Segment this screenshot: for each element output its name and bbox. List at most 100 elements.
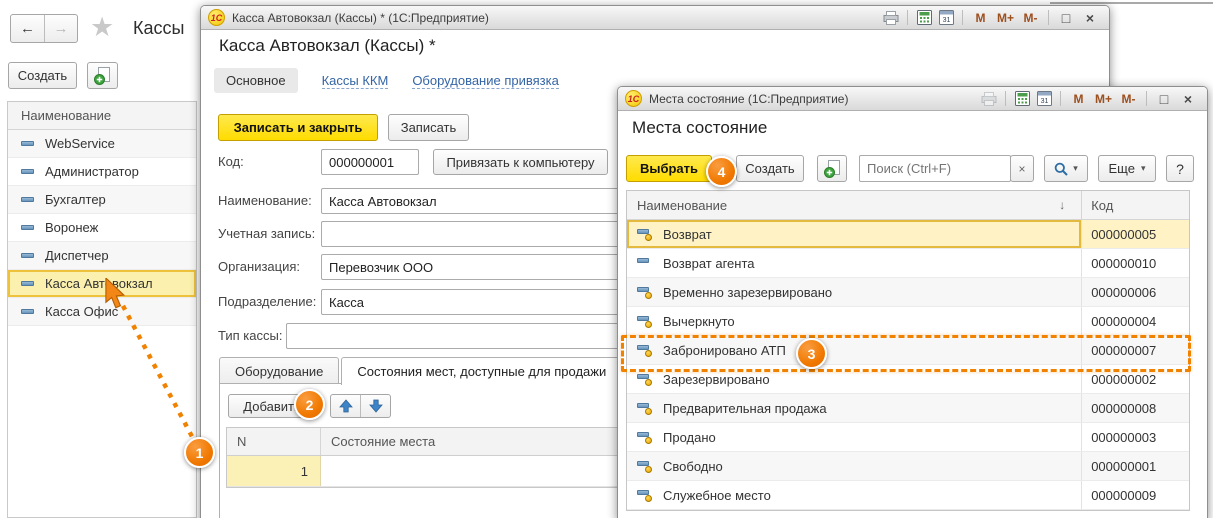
memory-m-button[interactable]: M [968,11,993,25]
search-options-button[interactable]: ▾ [1044,155,1088,182]
new-document-icon [824,160,841,178]
save-button[interactable]: Записать [388,114,469,141]
kassy-list: Наименование WebService Администратор Бу… [7,101,197,518]
list-item-selected[interactable]: Касса Автовокзал [8,270,196,298]
new-document-button[interactable] [817,155,847,182]
memory-mplus-button[interactable]: M+ [993,11,1018,25]
tab-kassy-kkm[interactable]: Кассы ККМ [322,73,389,89]
create-place-button[interactable]: Создать [736,155,804,182]
table-row[interactable]: Временно зарезервировано 000000006 [627,278,1189,307]
memory-mminus-button[interactable]: M- [1116,92,1141,106]
tab-oborudovanie[interactable]: Оборудование [219,357,339,385]
forward-icon[interactable]: → [45,15,77,42]
select-button[interactable]: Выбрать [626,155,712,182]
row-name: Возврат агента [663,256,755,271]
item-dash-dot-icon [637,489,653,501]
window-title: Касса Автовокзал (Кассы) * (1С:Предприят… [232,11,489,25]
cell-n[interactable]: 1 [227,456,321,486]
row-name: Временно зарезервировано [663,285,832,300]
titlebar-separator [1048,10,1049,25]
table-row[interactable]: Служебное место 000000009 [627,481,1189,510]
item-dash-dot-icon [637,460,653,472]
column-code[interactable]: Код [1081,191,1189,219]
back-icon[interactable]: ← [11,15,45,42]
list-item[interactable]: Воронеж [8,214,196,242]
table-row-selected[interactable]: Возврат 000000005 [627,220,1189,249]
row-code: 000000009 [1091,488,1156,503]
svg-text:31: 31 [1040,98,1048,105]
move-down-icon[interactable] [361,395,390,417]
item-dash-dot-icon [637,228,653,240]
1c-logo-icon: 1С [208,9,225,26]
list-item[interactable]: Диспетчер [8,242,196,270]
search-input[interactable] [859,155,1011,182]
row-name: Возврат [663,227,712,242]
favorite-star-icon[interactable]: ★ [90,12,114,43]
list-item[interactable]: WebService [8,130,196,158]
more-button[interactable]: Еще ▾ [1098,155,1156,182]
code-field[interactable] [321,149,419,175]
bind-to-computer-button[interactable]: Привязать к компьютеру [433,149,608,175]
print-icon[interactable] [978,90,1000,108]
titlebar-separator [962,10,963,25]
places-table-header[interactable]: Наименование ↓ Код [627,191,1189,220]
maximize-icon[interactable]: □ [1054,9,1078,27]
kassy-list-panel: ← → ★ Кассы Создать Наименование We [0,0,197,518]
list-item[interactable]: Бухгалтер [8,186,196,214]
table-row[interactable]: Предварительная продажа 000000008 [627,394,1189,423]
item-dash-icon [21,169,34,174]
titlebar-separator [1005,91,1006,106]
tab-sostoyaniya-mest[interactable]: Состояния мест, доступные для продажи [341,357,622,385]
calendar-icon[interactable]: 31 [935,9,957,27]
item-dash-dot-icon [637,286,653,298]
row-code: 000000004 [1091,314,1156,329]
kassy-list-header[interactable]: Наименование [8,102,196,130]
memory-mminus-button[interactable]: M- [1018,11,1043,25]
kassa-window-titlebar[interactable]: 1С Касса Автовокзал (Кассы) * (1С:Предпр… [201,6,1109,30]
places-window-titlebar[interactable]: 1С Места состояние (1С:Предприятие) 31 M… [618,87,1207,111]
calculator-icon[interactable] [913,9,935,27]
print-icon[interactable] [880,9,902,27]
row-code: 000000006 [1091,285,1156,300]
titlebar-separator [907,10,908,25]
1c-logo-icon: 1С [625,90,642,107]
table-row[interactable]: Вычеркнуто 000000004 [627,307,1189,336]
nav-tabs: Основное Кассы ККМ Оборудование привязка [214,68,559,93]
move-up-icon[interactable] [331,395,361,417]
create-kassa-button[interactable]: Создать [8,62,77,89]
history-nav-group: ← → [10,14,78,43]
table-row[interactable]: Свободно 000000001 [627,452,1189,481]
column-label: Наименование [21,108,111,123]
row-name: Зарезервировано [663,372,770,387]
tab-oborudovanie-privyazka[interactable]: Оборудование привязка [412,73,559,89]
help-button[interactable]: ? [1166,155,1194,182]
search-clear-button[interactable]: × [1010,155,1034,182]
item-dash-icon [21,141,34,146]
close-icon[interactable]: × [1078,9,1102,27]
new-document-button[interactable] [87,62,118,89]
memory-mplus-button[interactable]: M+ [1091,92,1116,106]
table-row[interactable]: Возврат агента 000000010 [627,249,1189,278]
row-name: Продано [663,430,716,445]
column-name[interactable]: Наименование ↓ [627,191,1081,219]
list-item[interactable]: Администратор [8,158,196,186]
sub-tabs: Оборудование Состояния мест, доступные д… [219,357,622,385]
name-label: Наименование: [218,193,312,208]
list-item[interactable]: Касса Офис [8,298,196,326]
tab-osnovnoe[interactable]: Основное [214,68,298,93]
memory-m-button[interactable]: M [1066,92,1091,106]
titlebar-separator [1060,91,1061,106]
calculator-icon[interactable] [1011,90,1033,108]
column-n[interactable]: N [227,428,321,455]
save-and-close-button[interactable]: Записать и закрыть [218,114,378,141]
maximize-icon[interactable]: □ [1152,90,1176,108]
table-row[interactable]: Продано 000000003 [627,423,1189,452]
chevron-down-icon: ▾ [1141,163,1146,174]
search-icon [1054,162,1068,176]
row-code: 000000003 [1091,430,1156,445]
close-icon[interactable]: × [1176,90,1200,108]
item-dash-dot-icon [637,315,653,327]
annotation-arrow-cursor [104,278,127,310]
calendar-icon[interactable]: 31 [1033,90,1055,108]
row-code: 000000010 [1091,256,1156,271]
